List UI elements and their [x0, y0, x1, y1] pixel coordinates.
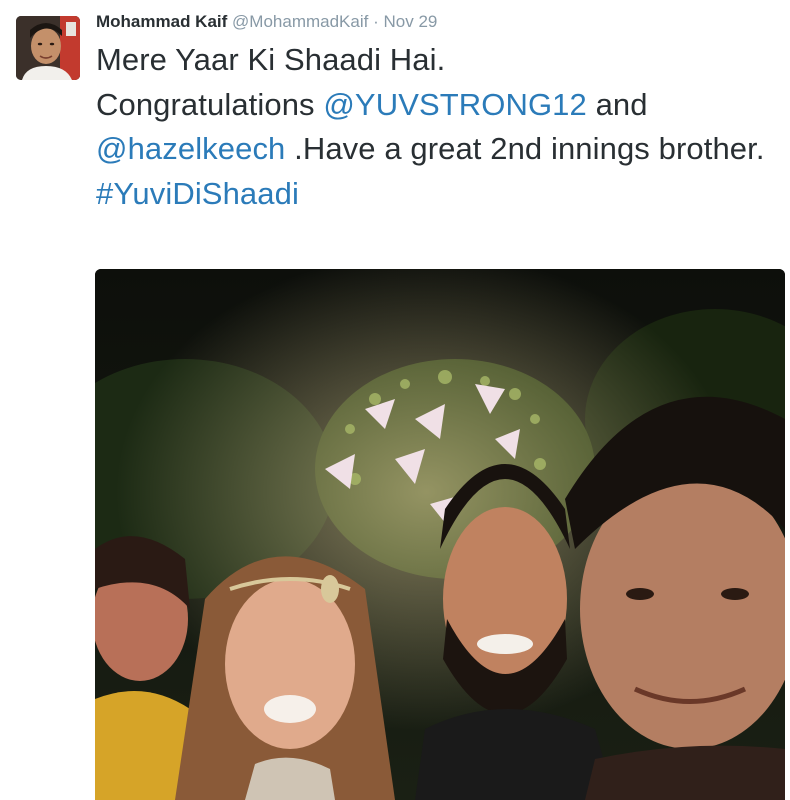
tweet-date[interactable]: Nov 29 [383, 12, 437, 31]
tweet-text-line1: Mere Yaar Ki Shaadi Hai. [96, 42, 446, 77]
selfie-photo [95, 269, 785, 800]
author-handle[interactable]: @MohammadKaif [232, 12, 368, 31]
tweet-photo[interactable] [95, 269, 785, 800]
author-avatar[interactable] [16, 16, 80, 80]
tweet-text: Mere Yaar Ki Shaadi Hai. Congratulations… [96, 38, 776, 216]
tweet-card: Mohammad Kaif @MohammadKaif · Nov 29 Mer… [0, 0, 790, 800]
tweet-header: Mohammad Kaif @MohammadKaif · Nov 29 [96, 11, 437, 33]
tweet-text-paragraph: Congratulations @YUVSTRONG12 and @hazelke… [96, 83, 776, 172]
avatar-image [16, 16, 80, 80]
mention-yuvstrong12[interactable]: @YUVSTRONG12 [323, 87, 587, 122]
author-name[interactable]: Mohammad Kaif [96, 12, 227, 31]
hashtag-yuvidishaadi[interactable]: #YuviDiShaadi [96, 172, 776, 217]
rest-text: .Have a great 2nd innings brother. [285, 131, 765, 166]
congrats-text: Congratulations [96, 86, 324, 122]
header-separator: · [373, 12, 379, 31]
and-text: and [586, 86, 648, 122]
mention-hazelkeech[interactable]: @hazelkeech [96, 131, 285, 166]
